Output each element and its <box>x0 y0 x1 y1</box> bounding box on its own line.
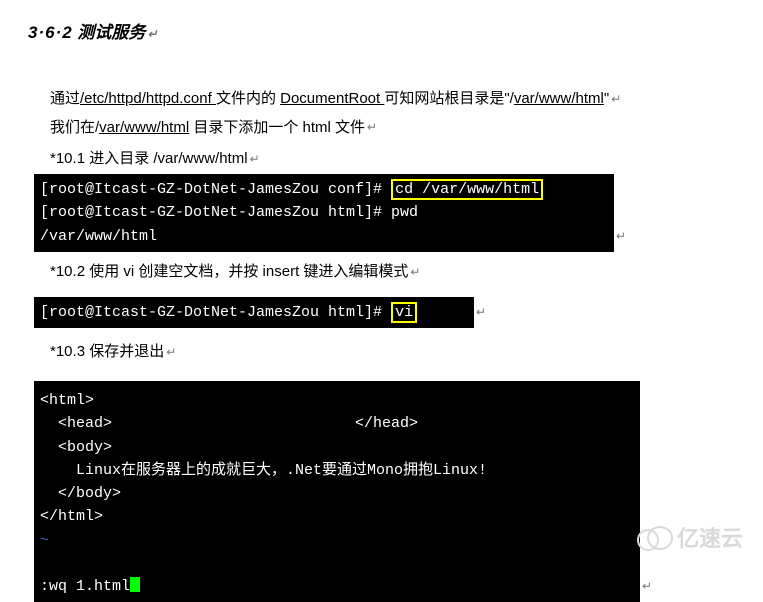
watermark: 亿速云 <box>637 521 743 553</box>
intro-line-2: 我们在/var/www/html 目录下添加一个 html 文件↵ <box>50 114 735 143</box>
line-marker: ↵ <box>147 27 157 41</box>
line-marker: ↵ <box>642 579 652 593</box>
step-text: 使用 vi 创建空文档，并按 insert 键进入编辑模式 <box>85 263 408 280</box>
heading-number: 3·6·2 <box>28 23 73 42</box>
vi-command: :wq 1.html <box>40 578 130 595</box>
paragraph-intro: 通过/etc/httpd/httpd.conf 文件内的 DocumentRoo… <box>50 85 735 142</box>
step-label: *10.3 <box>50 343 85 360</box>
text-segment: 通过 <box>50 90 80 107</box>
code-line: </html> <box>40 508 103 525</box>
text-segment: " <box>604 90 609 107</box>
vi-tilde: ~ <box>40 532 49 549</box>
terminal-output: [root@Itcast-GZ-DotNet-JamesZou html]# v… <box>34 297 474 328</box>
cloud-icon <box>637 526 671 548</box>
cursor-icon <box>130 577 140 592</box>
path-link: var/www/html <box>514 90 604 107</box>
line-marker: ↵ <box>166 345 176 359</box>
vi-editor-output: <html> <head> </head> <body> Linux在服务器上的… <box>34 381 640 602</box>
command-highlight: vi <box>391 302 417 323</box>
step-label: *10.2 <box>50 263 85 280</box>
section-heading: 3·6·2 测试服务↵ <box>28 18 735 43</box>
code-line: <body> <box>40 439 112 456</box>
heading-title: 测试服务 <box>73 23 146 42</box>
terminal-block-1: [root@Itcast-GZ-DotNet-JamesZou conf]# c… <box>28 168 735 252</box>
step-text: 保存并退出 <box>85 343 164 360</box>
text-segment: 目录下添加一个 html 文件 <box>189 119 365 136</box>
text-segment: 文件内的 <box>216 90 280 107</box>
command-highlight: cd /var/www/html <box>391 179 543 200</box>
line-marker: ↵ <box>616 229 626 243</box>
line-marker: ↵ <box>611 88 621 111</box>
terminal-block-2: [root@Itcast-GZ-DotNet-JamesZou html]# v… <box>28 291 735 328</box>
path-link: /etc/httpd/httpd.conf <box>80 90 216 107</box>
code-line: </body> <box>40 485 121 502</box>
terminal-output: [root@Itcast-GZ-DotNet-JamesZou conf]# c… <box>34 174 614 252</box>
code-line: <head> </head> <box>40 415 418 432</box>
line-marker: ↵ <box>410 265 420 279</box>
text-segment: 我们在/ <box>50 119 99 136</box>
spacer <box>28 281 735 291</box>
code-line: <html> <box>40 392 94 409</box>
line-marker: ↵ <box>250 152 260 166</box>
watermark-text: 亿速云 <box>677 521 743 553</box>
step-10-3: *10.3 保存并退出↵ <box>50 340 735 361</box>
line-marker: ↵ <box>476 305 486 319</box>
intro-line-1: 通过/etc/httpd/httpd.conf 文件内的 DocumentRoo… <box>50 85 735 114</box>
step-10-1: *10.1 进入目录 /var/www/html↵ <box>50 147 735 168</box>
step-10-2: *10.2 使用 vi 创建空文档，并按 insert 键进入编辑模式↵ <box>50 260 735 281</box>
step-text: 进入目录 /var/www/html <box>85 150 248 167</box>
shell-prompt: [root@Itcast-GZ-DotNet-JamesZou conf]# <box>40 181 391 198</box>
path-link: var/www/html <box>99 119 189 136</box>
terminal-line: [root@Itcast-GZ-DotNet-JamesZou html]# p… <box>40 204 418 221</box>
line-marker: ↵ <box>367 116 377 139</box>
text-segment: 可知网站根目录是"/ <box>384 90 514 107</box>
step-label: *10.1 <box>50 150 85 167</box>
terminal-block-3: <html> <head> </head> <body> Linux在服务器上的… <box>28 375 735 602</box>
shell-prompt: [root@Itcast-GZ-DotNet-JamesZou html]# <box>40 304 391 321</box>
terminal-line: /var/www/html <box>40 228 157 245</box>
code-line: Linux在服务器上的成就巨大，.Net要通过Mono拥抱Linux! <box>40 462 487 479</box>
documentroot-link: DocumentRoot <box>280 90 384 107</box>
spacer <box>28 361 735 375</box>
